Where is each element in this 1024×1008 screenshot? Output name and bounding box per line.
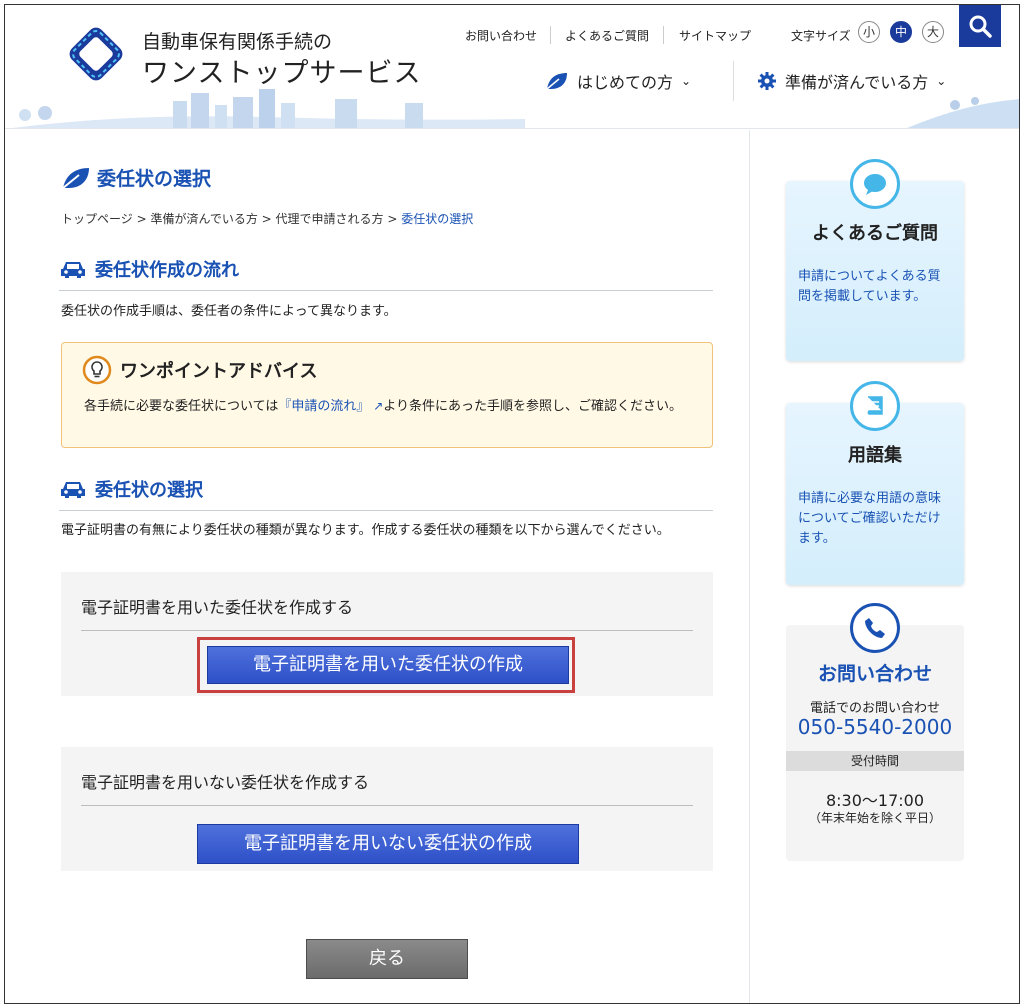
back-button[interactable]: 戻る xyxy=(306,939,468,979)
flow-description: 委任状の作成手順は、委任者の条件によって異なります。 xyxy=(61,304,397,319)
util-divider xyxy=(550,26,551,44)
advice-text: 各手続に必要な委任状については『申請の流れ』 ↗より条件にあった手順を参照し、ご… xyxy=(84,399,682,414)
section-heading-select: 委任状の選択 xyxy=(59,476,713,511)
car-icon xyxy=(61,482,85,498)
util-link-faq[interactable]: よくあるご質問 xyxy=(565,27,649,44)
nav-prepared-label: 準備が済んでいる方 xyxy=(785,73,929,92)
breadcrumb: トップページ > 準備が済んでいる方 > 代理で申請される方 > 委任状の選択 xyxy=(61,212,474,226)
chevron-down-icon: ⌄ xyxy=(936,74,947,88)
section-heading-flow: 委任状作成の流れ xyxy=(59,256,713,291)
browser-frame: 自動車保有関係手続の ワンストップサービス お問い合わせ よくあるご質問 サイト… xyxy=(4,4,1020,1004)
font-size-label: 文字サイズ xyxy=(791,29,851,43)
util-divider xyxy=(663,26,664,44)
chevron-down-icon: ⌄ xyxy=(681,74,692,88)
hours-note: （年末年始を除く平日） xyxy=(808,811,941,825)
hours-value: 8:30～17:00 xyxy=(825,791,925,810)
search-icon xyxy=(969,15,992,38)
faq-title: よくあるご質問 xyxy=(812,223,938,244)
leaf-icon xyxy=(62,167,89,189)
site-header: 自動車保有関係手続の ワンストップサービス お問い合わせ よくあるご質問 サイト… xyxy=(5,5,1019,129)
chat-bubble-icon xyxy=(850,159,900,209)
site-title-line1[interactable]: 自動車保有関係手続の xyxy=(142,27,332,54)
util-link-contact[interactable]: お問い合わせ xyxy=(465,27,537,44)
lightbulb-icon xyxy=(82,355,112,385)
divider xyxy=(81,805,693,806)
application-flow-link[interactable]: 『申請の流れ』 xyxy=(278,399,369,414)
breadcrumb-item-proxy[interactable]: 代理で申請される方 xyxy=(276,212,384,226)
advice-box: ワンポイントアドバイス 各手続に必要な委任状については『申請の流れ』 ↗より条件… xyxy=(61,342,713,448)
glossary-title: 用語集 xyxy=(848,445,902,466)
select-description: 電子証明書の有無により委任状の種類が異なります。作成する委任状の種類を以下から選… xyxy=(61,523,670,538)
page-title-text: 委任状の選択 xyxy=(97,168,212,190)
car-icon xyxy=(61,262,85,278)
gear-icon xyxy=(758,72,776,90)
site-logo-icon[interactable] xyxy=(61,19,131,89)
advice-heading: ワンポイントアドバイス xyxy=(82,355,317,385)
search-button[interactable] xyxy=(959,5,1001,47)
util-link-sitemap[interactable]: サイトマップ xyxy=(679,27,751,44)
choice-title: 電子証明書を用いた委任状を作成する xyxy=(81,598,354,617)
font-size-small-button[interactable]: 小 xyxy=(858,21,880,43)
breadcrumb-item-current: 委任状の選択 xyxy=(401,212,474,226)
book-icon xyxy=(850,381,900,431)
contact-subtitle: 電話でのお問い合わせ xyxy=(809,701,940,716)
breadcrumb-item-prepared[interactable]: 準備が済んでいる方 xyxy=(150,212,257,226)
faq-text: 申請についてよくある質問を掲載しています。 xyxy=(798,269,941,304)
external-link-icon: ↗ xyxy=(369,399,384,413)
main-content: 委任状の選択 トップページ > 準備が済んでいる方 > 代理で申請される方 > … xyxy=(5,130,749,1003)
nav-prepared[interactable]: 準備が済んでいる方 ⌄ xyxy=(757,69,946,93)
nav-beginners[interactable]: はじめての方 ⌄ xyxy=(545,69,691,93)
contact-phone-number[interactable]: 050-5540-2000 xyxy=(786,715,964,739)
create-without-certificate-button[interactable]: 電子証明書を用いない委任状の作成 xyxy=(197,824,579,864)
site-title-line2[interactable]: ワンストップサービス xyxy=(142,51,421,90)
sidebar-divider xyxy=(749,130,750,1003)
breadcrumb-item-top[interactable]: トップページ xyxy=(61,212,133,226)
font-size-large-button[interactable]: 大 xyxy=(922,21,944,43)
divider xyxy=(81,630,693,631)
contact-panel: お問い合わせ 電話でのお問い合わせ 050-5540-2000 受付時間 8:3… xyxy=(786,603,964,861)
font-size-medium-button[interactable]: 中 xyxy=(890,21,912,43)
faq-card[interactable]: よくあるご質問 申請についてよくある質問を掲載しています。 xyxy=(786,159,964,361)
glossary-card[interactable]: 用語集 申請に必要な用語の意味についてご確認いただけます。 xyxy=(786,381,964,585)
choice-title: 電子証明書を用いない委任状を作成する xyxy=(81,773,370,792)
hours-label: 受付時間 xyxy=(786,751,964,771)
contact-title: お問い合わせ xyxy=(817,663,932,685)
leaf-icon xyxy=(546,73,567,90)
nav-beginners-label: はじめての方 xyxy=(577,73,674,92)
page-title: 委任状の選択 xyxy=(61,164,211,191)
create-with-certificate-button[interactable]: 電子証明書を用いた委任状の作成 xyxy=(207,646,569,684)
nav-divider xyxy=(733,61,734,101)
glossary-text: 申請に必要な用語の意味についてご確認いただけます。 xyxy=(798,491,942,546)
phone-icon xyxy=(850,603,900,653)
